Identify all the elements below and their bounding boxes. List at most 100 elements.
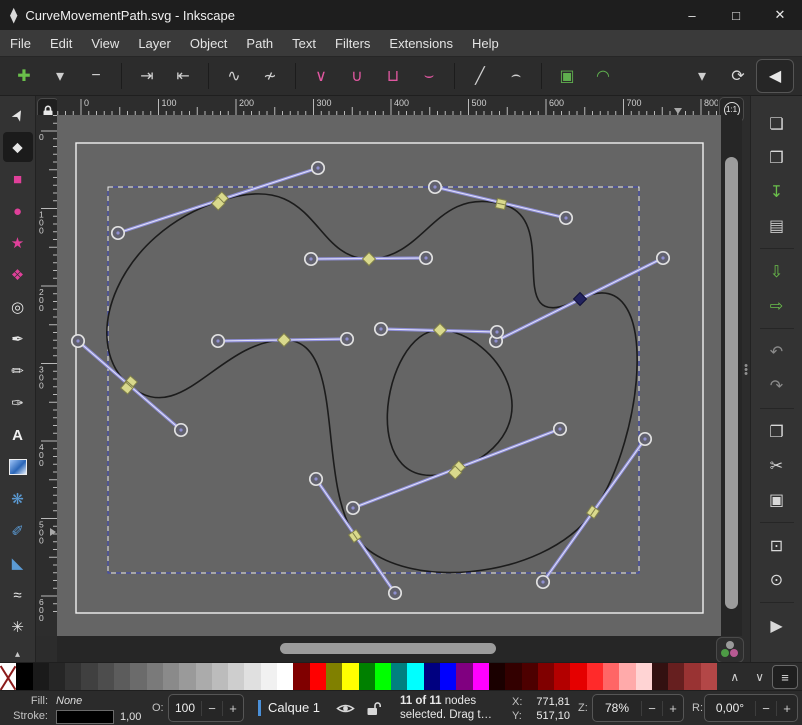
layer-visibility-toggle[interactable] [336,702,355,718]
palette-swatch-21[interactable] [342,663,358,691]
palette-swatch-10[interactable] [163,663,179,691]
join-with-segment-button[interactable]: ∿ [216,60,252,92]
opacity-decrease-button[interactable]: − [201,701,222,716]
close-button[interactable]: ✕ [758,0,802,30]
spray-tool-button[interactable]: ✳ [3,612,33,642]
rectangle-tool-button[interactable]: ■ [3,164,33,194]
palette-swatch-9[interactable] [147,663,163,691]
path-node-E[interactable] [433,323,446,336]
minimize-button[interactable]: – [670,0,714,30]
palette-swatch-8[interactable] [130,663,146,691]
palette-swatch-6[interactable] [98,663,114,691]
delete-node-button[interactable]: − [78,60,114,92]
pen-tool-button[interactable]: ✒ [3,324,33,354]
palette-scroll-up[interactable]: ∧ [730,670,739,684]
menu-path[interactable]: Path [246,36,273,51]
menu-layer[interactable]: Layer [138,36,171,51]
node-smooth-button[interactable]: ∪ [339,60,375,92]
palette-swatch-5[interactable] [81,663,97,691]
star-tool-button[interactable]: ★ [3,228,33,258]
horizontal-scrollbar-thumb[interactable] [280,643,496,654]
redo-button[interactable]: ↷ [762,372,792,399]
palette-swatch-24[interactable] [391,663,407,691]
segment-curve-button[interactable]: ⌢ [498,60,534,92]
palette-swatch-34[interactable] [554,663,570,691]
menu-file[interactable]: File [10,36,31,51]
x-edit-menu-button[interactable]: ▾ [684,60,720,92]
bucket-tool-button[interactable]: ◣ [3,548,33,578]
calligraphy-tool-button[interactable]: ✑ [3,388,33,418]
node-auto-button[interactable]: ⌣ [411,60,447,92]
zoom-drawing-button[interactable]: ⊙ [762,566,792,593]
palette-swatch-18[interactable] [293,663,309,691]
palette-swatch-38[interactable] [619,663,635,691]
palette-swatch-19[interactable] [310,663,326,691]
node-corner-button[interactable]: ∨ [303,60,339,92]
palette-swatch-15[interactable] [244,663,260,691]
cut-button[interactable]: ✂ [762,452,792,479]
palette-swatch-40[interactable] [652,663,668,691]
mesh-tool-button[interactable]: ❋ [3,484,33,514]
print-document-button[interactable]: ▤ [762,212,792,239]
rotation-spinner[interactable]: 0,00° − + [704,694,798,722]
palette-swatch-2[interactable] [33,663,49,691]
palette-swatch-22[interactable] [359,663,375,691]
menu-view[interactable]: View [91,36,119,51]
fill-value[interactable]: None [56,695,82,707]
maximize-button[interactable]: □ [714,0,758,30]
color-managed-view-button[interactable] [716,637,744,663]
palette-swatch-32[interactable] [522,663,538,691]
canvas[interactable] [57,115,721,636]
ellipse-tool-button[interactable]: ● [3,196,33,226]
export-document-button[interactable]: ⇨ [762,292,792,319]
menu-object[interactable]: Object [190,36,228,51]
gradient-tool-button[interactable] [3,452,33,482]
opacity-value[interactable]: 100 [169,701,201,715]
opacity-spinner[interactable]: 100 − + [168,694,244,722]
palette-swatch-26[interactable] [424,663,440,691]
pencil-tool-button[interactable]: ✏ [3,356,33,386]
selector-tool-button[interactable]: ➤ [0,95,38,136]
palette-swatch-20[interactable] [326,663,342,691]
save-document-button[interactable]: ↧ [762,178,792,205]
zoom-value[interactable]: 78% [593,701,641,715]
palette-swatch-1[interactable] [16,663,32,691]
palette-swatch-7[interactable] [114,663,130,691]
palette-swatch-23[interactable] [375,663,391,691]
vertical-scrollbar-thumb[interactable] [725,157,738,609]
snapping-button[interactable]: ⟳ [720,60,756,92]
node-tool-button[interactable]: ⬥ [3,132,33,162]
palette-scroll-down[interactable]: ∨ [755,670,764,684]
duplicate-button[interactable]: ❐ [762,418,792,445]
menu-filters[interactable]: Filters [335,36,370,51]
path-node-C[interactable] [362,252,375,265]
stroke-width-value[interactable]: 1,00 [120,711,141,723]
palette-swatch-30[interactable] [489,663,505,691]
object-to-path-button[interactable]: ▣ [549,60,585,92]
palette-swatch-33[interactable] [538,663,554,691]
menu-extensions[interactable]: Extensions [389,36,453,51]
toolbox-scroll-button[interactable]: ▴ [15,649,20,660]
segment-line-button[interactable]: ╱ [462,60,498,92]
insert-node-button[interactable]: ✚ [6,60,42,92]
menu-text[interactable]: Text [292,36,316,51]
palette-swatch-28[interactable] [456,663,472,691]
menu-edit[interactable]: Edit [50,36,72,51]
box3d-tool-button[interactable]: ❖ [3,260,33,290]
stroke-color-swatch[interactable] [56,710,114,724]
palette-swatch-41[interactable] [668,663,684,691]
palette-swatch-17[interactable] [277,663,293,691]
rotation-decrease-button[interactable]: − [755,701,776,716]
zoom-selection-button[interactable]: ⊡ [762,532,792,559]
zoom-decrease-button[interactable]: − [641,701,662,716]
path-node-D[interactable] [277,333,290,346]
join-nodes-button[interactable]: ⇥ [129,60,165,92]
text-tool-button[interactable]: A [3,420,33,450]
zoom-spinner[interactable]: 78% − + [592,694,684,722]
palette-swatch-42[interactable] [684,663,700,691]
break-nodes-button[interactable]: ⇤ [165,60,201,92]
palette-swatch-35[interactable] [570,663,586,691]
vertical-scrollbar[interactable] [721,115,742,636]
layer-lock-toggle[interactable] [366,701,382,719]
palette-swatch-4[interactable] [65,663,81,691]
